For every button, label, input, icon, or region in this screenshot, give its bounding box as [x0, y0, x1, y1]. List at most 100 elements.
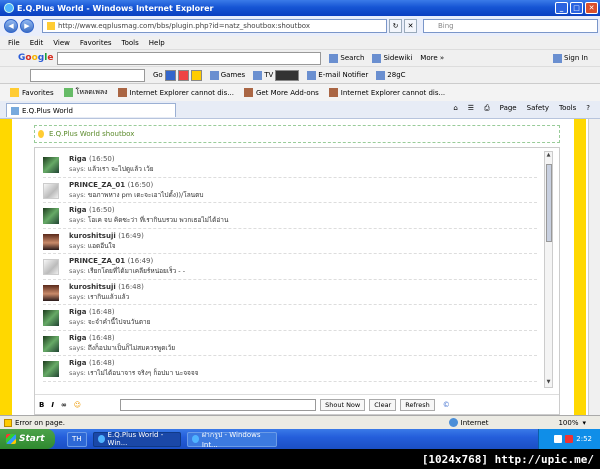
- menu-file[interactable]: File: [8, 39, 20, 47]
- google-search-button[interactable]: Search: [329, 53, 364, 63]
- tab-eqplus[interactable]: E.Q.Plus World: [6, 103, 176, 117]
- message-row: kuroshitsuji (16:48) says: เรากินแล้วแล้ว: [43, 280, 537, 305]
- message-time: (16:48): [118, 282, 144, 291]
- bulb-icon: [38, 130, 44, 138]
- zoom-level[interactable]: 100%: [558, 419, 578, 427]
- message-user[interactable]: kuroshitsuji: [69, 283, 116, 291]
- globe-icon: [448, 418, 458, 427]
- home-icon[interactable]: ⌂: [453, 104, 457, 113]
- avatar: [43, 182, 59, 199]
- scroll-down-arrow-icon[interactable]: ▼: [545, 379, 552, 387]
- go-button[interactable]: Go: [153, 71, 163, 79]
- tv-button[interactable]: TV: [253, 70, 273, 80]
- avatar: [43, 361, 59, 377]
- message-text: จะจำคำนี้ไปจนวันตาย: [87, 318, 151, 326]
- start-button[interactable]: Start: [0, 429, 55, 449]
- bold-button[interactable]: B: [39, 401, 44, 409]
- tab-bar: E.Q.Plus World ⌂ ☰ ⎙ Page Safety Tools ?: [0, 101, 600, 119]
- language-indicator[interactable]: TH: [67, 431, 87, 447]
- message-input[interactable]: [120, 398, 317, 411]
- address-input[interactable]: http://www.eqplusmag.com/bbs/plugin.php?…: [42, 19, 387, 33]
- sidewiki-button[interactable]: Sidewiki: [372, 53, 412, 63]
- copyright-link[interactable]: ©: [443, 401, 450, 409]
- taskbar: Start TH E.Q.Plus World - Win... ฝากรูป …: [0, 429, 600, 449]
- status-bar: Error on page. Internet 100% ▾: [0, 415, 600, 429]
- help-icon[interactable]: ?: [586, 104, 590, 113]
- smiley-icon[interactable]: ☺: [74, 401, 81, 409]
- tray-icon[interactable]: [554, 435, 563, 443]
- menu-tools[interactable]: Tools: [122, 39, 139, 47]
- search-input[interactable]: Bing: [423, 19, 598, 33]
- link-button[interactable]: ∞: [61, 401, 67, 409]
- more-button[interactable]: More »: [420, 54, 444, 62]
- favorite-item-4[interactable]: Internet Explorer cannot dis...: [328, 88, 445, 97]
- message-user[interactable]: kuroshitsuji: [69, 232, 116, 240]
- youtube-icon[interactable]: [177, 69, 189, 81]
- maximize-button[interactable]: □: [570, 2, 583, 14]
- refresh-button[interactable]: Refresh: [400, 398, 435, 411]
- clear-button[interactable]: Clear: [369, 398, 397, 411]
- feeds-icon[interactable]: ☰: [468, 104, 474, 113]
- weather-icon: [376, 70, 386, 80]
- message-scrollbar[interactable]: ▲ ▼: [544, 151, 553, 388]
- scroll-up-arrow-icon[interactable]: ▲: [545, 152, 552, 160]
- message-time: (16:48): [88, 359, 115, 367]
- games-icon: [209, 70, 219, 80]
- avatar: [43, 259, 59, 275]
- stop-icon[interactable]: ✕: [404, 19, 417, 33]
- menu-help[interactable]: Help: [149, 39, 165, 47]
- message-user[interactable]: Riga: [69, 308, 87, 316]
- message-time: (16:50): [88, 206, 115, 214]
- page-menu[interactable]: Page: [500, 104, 517, 113]
- sidewiki-icon: [372, 53, 382, 63]
- ie-icon: [191, 435, 199, 443]
- message-row: Riga (16:50) says: โอเค จบ คิดซะว่า ที่เร…: [43, 203, 537, 229]
- facebook-icon[interactable]: [164, 69, 176, 81]
- back-button[interactable]: ◀: [4, 19, 18, 33]
- warning-icon[interactable]: [4, 418, 12, 427]
- menu-favorites[interactable]: Favorites: [80, 39, 112, 47]
- taskbar-item-eqplus[interactable]: E.Q.Plus World - Win...: [92, 431, 181, 447]
- print-icon[interactable]: ⎙: [484, 104, 490, 113]
- favorite-item-1[interactable]: โหลดเพลง: [63, 87, 108, 98]
- favorites-button[interactable]: Favorites: [10, 88, 54, 97]
- message-user[interactable]: PRINCE_ZA_01: [69, 257, 125, 265]
- menu-edit[interactable]: Edit: [30, 39, 44, 47]
- weather-button[interactable]: 28gC: [376, 70, 406, 80]
- zoom-dropdown-icon[interactable]: ▾: [582, 419, 586, 427]
- star-icon: [10, 88, 19, 97]
- message-user[interactable]: Riga: [69, 155, 87, 163]
- forward-button[interactable]: ▶: [20, 19, 34, 33]
- shout-now-button[interactable]: Shout Now: [320, 398, 366, 411]
- email-notifier-button[interactable]: E-mail Notifier: [307, 70, 368, 80]
- message-text: เรียกโดยที่ได้มาเคลียร์หน่อยเร็ว - -: [87, 267, 186, 275]
- favorite-item-2[interactable]: Internet Explorer cannot dis...: [117, 88, 234, 97]
- sign-in-button[interactable]: Sign In: [553, 53, 588, 63]
- close-button[interactable]: ✕: [585, 2, 598, 14]
- favorite-item-3[interactable]: Get More Add-ons: [243, 88, 319, 97]
- menu-view[interactable]: View: [53, 39, 70, 47]
- status-text[interactable]: Error on page.: [15, 419, 65, 427]
- toolbar-search-input[interactable]: [30, 68, 145, 82]
- refresh-icon[interactable]: ↻: [389, 19, 402, 33]
- message-user[interactable]: Riga: [69, 359, 87, 367]
- google-search-input[interactable]: [57, 51, 322, 65]
- games-button[interactable]: Games: [209, 70, 245, 80]
- taskbar-item-upload[interactable]: ฝากรูป - Windows Int...: [186, 431, 277, 449]
- message-user[interactable]: Riga: [69, 334, 87, 342]
- safety-menu[interactable]: Safety: [527, 104, 549, 113]
- command-bar: ⌂ ☰ ⎙ Page Safety Tools ?: [453, 104, 590, 113]
- message-time: (16:48): [88, 308, 115, 316]
- page-scrollbar[interactable]: [588, 119, 600, 415]
- message-user[interactable]: Riga: [69, 206, 87, 214]
- tray-icon[interactable]: [565, 435, 574, 443]
- tools-menu[interactable]: Tools: [559, 104, 576, 113]
- italic-button[interactable]: I: [51, 401, 54, 409]
- bookmark-icon[interactable]: [190, 69, 202, 81]
- minimize-button[interactable]: _: [555, 2, 568, 14]
- media-icon[interactable]: [275, 69, 300, 81]
- message-text: แอดอีนใจ: [87, 241, 116, 250]
- message-user[interactable]: PRINCE_ZA_01: [69, 181, 125, 189]
- site-icon: [11, 106, 19, 115]
- scrollbar-thumb[interactable]: [546, 164, 552, 242]
